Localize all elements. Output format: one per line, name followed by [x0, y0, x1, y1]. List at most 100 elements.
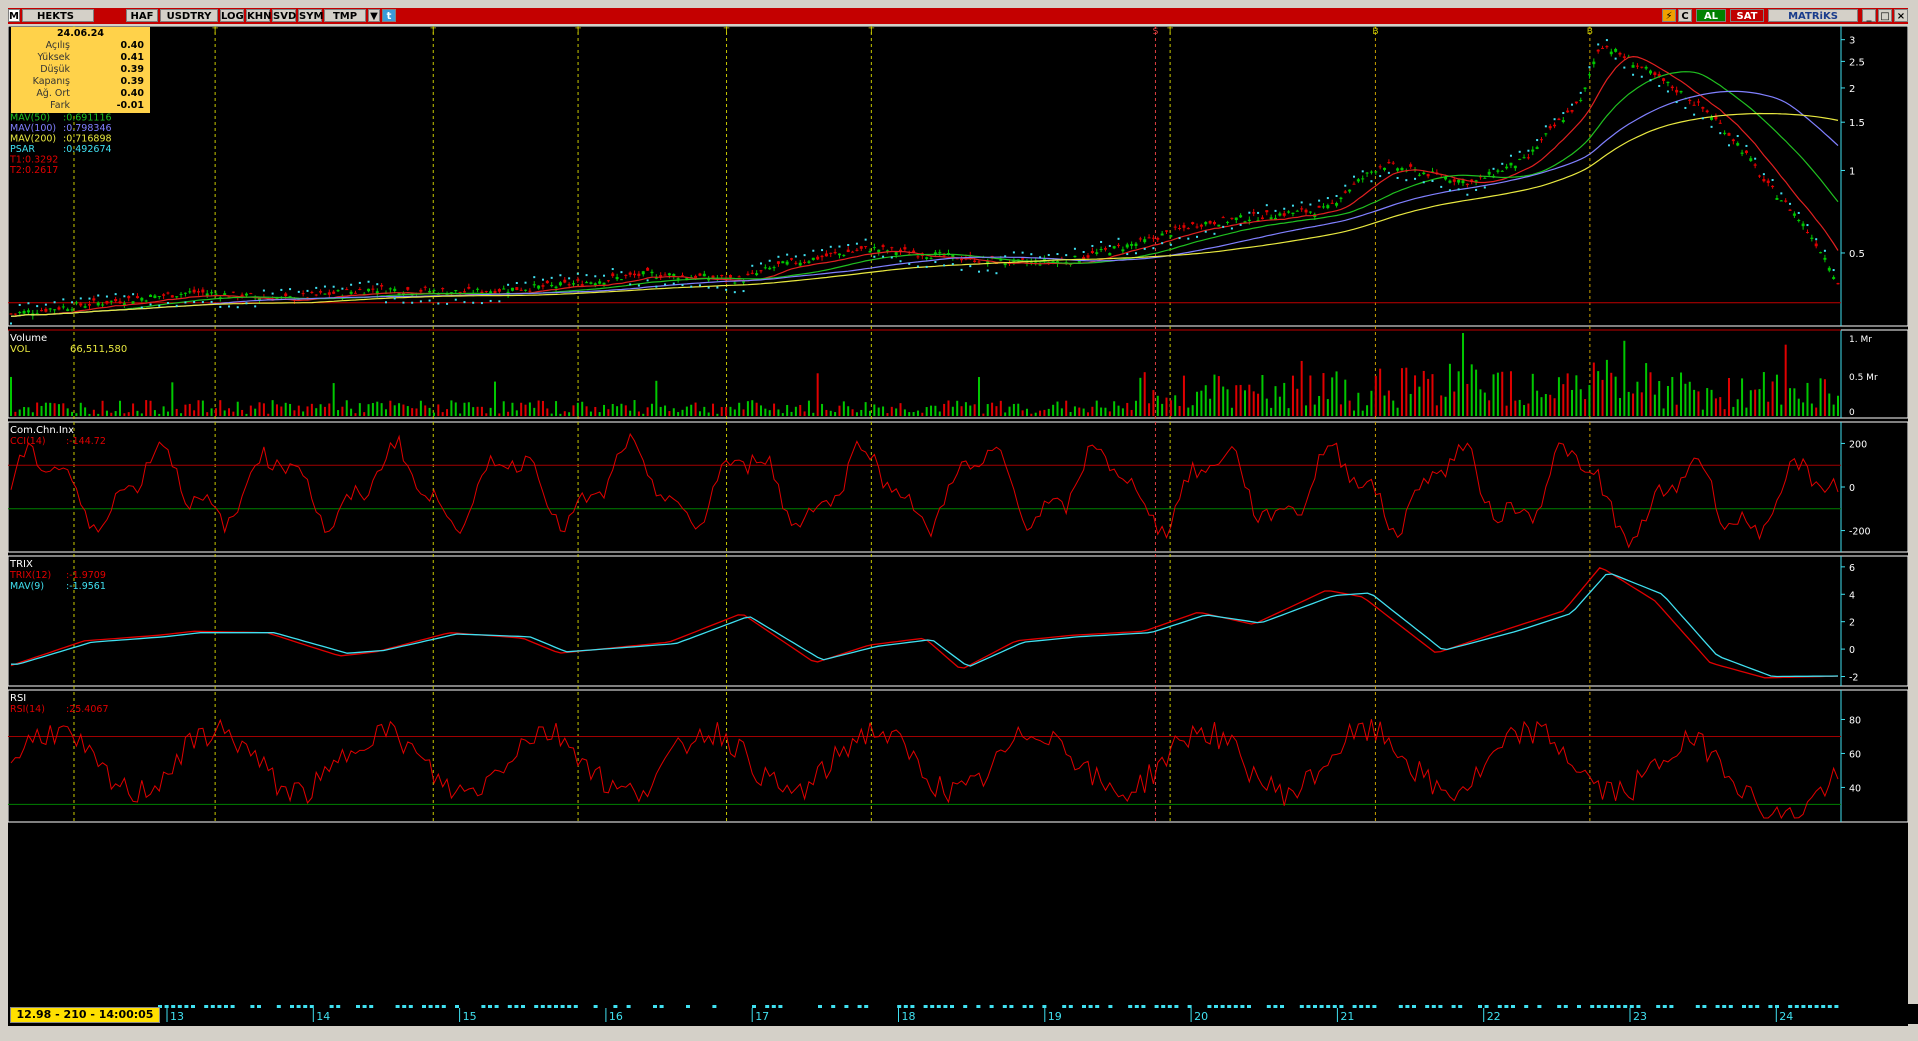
volume-bar: [1444, 396, 1447, 416]
candle-body: [1112, 246, 1116, 249]
x-axis-tick: [1669, 1005, 1674, 1008]
psar-dot: [1361, 170, 1364, 173]
toolbar-button-khn[interactable]: KHN: [246, 9, 272, 22]
volume-bar: [982, 413, 985, 416]
toolbar-button-usdtry[interactable]: USDTRY: [160, 9, 218, 22]
toolbar-button-tmp[interactable]: TMP: [324, 9, 366, 22]
volume-bar: [1326, 399, 1329, 416]
volume-bar: [677, 412, 680, 416]
candle-body: [1387, 162, 1391, 164]
chart-area[interactable]: TTTTTTSTBB32.521.510.5MAV(20):0.504687MA…: [7, 25, 1909, 1026]
toolbar-button-log[interactable]: LOG: [220, 9, 244, 22]
trix-title: TRIX: [9, 559, 33, 570]
volume-bar: [1706, 388, 1709, 416]
x-axis-tick: [1775, 1005, 1779, 1008]
x-axis-tick: [963, 1005, 968, 1008]
volume-bar: [498, 413, 501, 416]
psar-dot: [559, 274, 562, 277]
psar-dot: [847, 243, 850, 246]
volume-bar: [44, 402, 47, 416]
volume-bar: [1588, 385, 1591, 416]
x-axis-tick: [903, 1005, 908, 1008]
psar-dot: [1544, 125, 1547, 128]
volume-bar: [267, 413, 270, 416]
toolbar-button-svd[interactable]: SVD: [272, 9, 296, 22]
volume-bar: [1492, 374, 1495, 416]
symbol-field[interactable]: HEKTS: [22, 9, 94, 22]
minimize-button[interactable]: _: [1862, 9, 1876, 22]
x-axis-tick: [1240, 1005, 1245, 1008]
psar-dot: [210, 300, 213, 303]
sell-button[interactable]: SAT: [1730, 9, 1764, 22]
candle-body: [1557, 118, 1561, 121]
x-axis-tick: [514, 1005, 519, 1008]
psar-dot: [899, 260, 902, 263]
buy-button[interactable]: AL: [1696, 9, 1726, 22]
time-axis-bar: 13 14 15 16 17 18 19 20 21 22 23 24: [8, 1004, 1918, 1024]
psar-dot: [332, 285, 335, 288]
candle-body: [1679, 90, 1683, 93]
candle-body: [1343, 191, 1347, 193]
candle-body: [1186, 228, 1190, 230]
psar-dot: [10, 322, 12, 325]
candle-body: [1670, 86, 1674, 89]
candle-body: [1566, 110, 1570, 113]
candle-body: [1308, 211, 1312, 213]
x-axis-tick: [534, 1005, 539, 1008]
volume-bar: [1697, 391, 1700, 416]
volume-bar: [759, 405, 762, 416]
volume-bar: [716, 413, 719, 416]
psar-dot: [1196, 235, 1199, 238]
psar-dot: [411, 301, 414, 304]
x-axis-tick: [540, 1005, 545, 1008]
volume-bar: [380, 403, 383, 416]
candle-body: [1461, 180, 1465, 184]
candle-body: [872, 247, 876, 249]
candle-body: [284, 293, 288, 297]
candle-body: [484, 291, 488, 293]
toolbar-button-haf[interactable]: HAF: [126, 9, 158, 22]
psar-dot: [515, 282, 518, 285]
psar-dot: [1509, 154, 1512, 157]
volume-bar: [1723, 409, 1726, 416]
candle-body: [1452, 179, 1456, 182]
maximize-button[interactable]: □: [1878, 9, 1892, 22]
chart-svg[interactable]: TTTTTTSTBB32.521.510.5MAV(20):0.504687MA…: [7, 25, 1909, 1004]
volume-bar: [1318, 395, 1321, 416]
candle-body: [563, 279, 567, 283]
candle-body: [541, 285, 545, 287]
psar-dot: [53, 301, 56, 304]
candle-body: [1522, 157, 1526, 159]
close-button[interactable]: ×: [1894, 9, 1908, 22]
info-row: Düşük 0.39: [11, 64, 150, 76]
brand-label: MATRiKS: [1768, 9, 1858, 22]
volume-bar: [206, 412, 209, 416]
volume-bar: [105, 410, 108, 416]
x-axis-tick: [309, 1005, 314, 1008]
candle-body: [1417, 174, 1421, 176]
candle-body: [646, 267, 650, 271]
psar-dot: [1030, 253, 1033, 256]
x-axis-tick: [626, 1005, 631, 1008]
volume-bar: [489, 407, 492, 416]
toolbar-button-sym[interactable]: SYM: [298, 9, 323, 22]
psar-dot: [759, 262, 762, 265]
flash-icon[interactable]: ⚡: [1662, 9, 1676, 22]
volume-bar: [1828, 393, 1831, 416]
candle-body: [781, 261, 785, 264]
volume-bar: [995, 406, 998, 416]
candle-body: [1710, 117, 1714, 120]
candle-body: [35, 313, 39, 315]
volume-bar: [821, 403, 824, 416]
volume-bar: [908, 412, 911, 416]
psar-dot: [1265, 204, 1268, 207]
candle-body: [1278, 213, 1282, 216]
dropdown-icon[interactable]: ▼: [368, 9, 380, 22]
candle-body: [1640, 66, 1644, 68]
c-button[interactable]: C: [1678, 9, 1692, 22]
trix-ytick-label: 2: [1849, 618, 1855, 629]
menu-icon[interactable]: M: [8, 9, 20, 22]
twitter-icon[interactable]: t: [382, 9, 396, 22]
psar-dot: [751, 264, 754, 267]
signal-label-t: T: [211, 27, 218, 37]
